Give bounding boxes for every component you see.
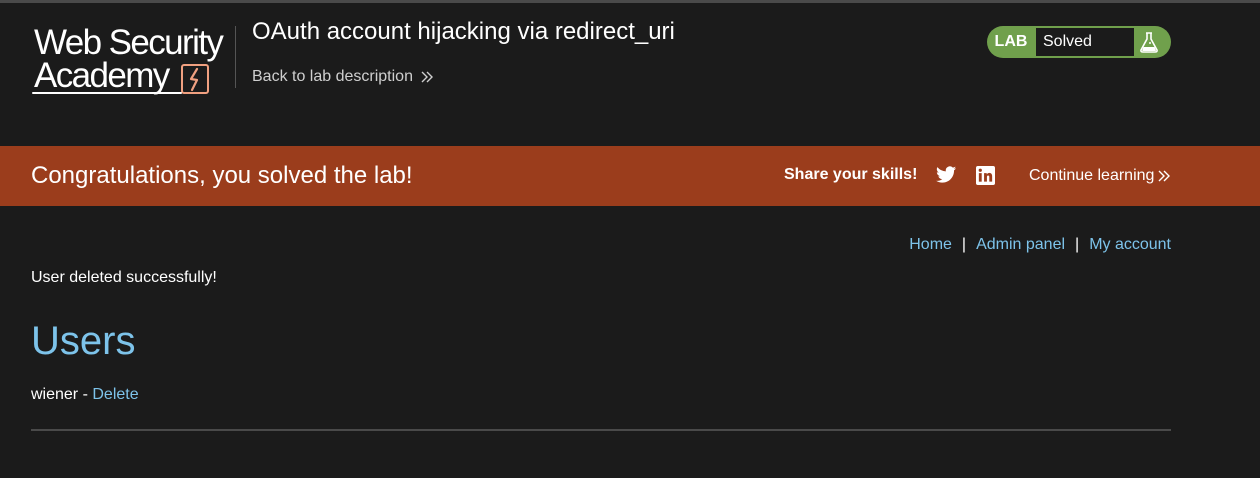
nav-home-link[interactable]: Home (909, 236, 952, 254)
delete-user-link[interactable]: Delete (92, 386, 138, 403)
badge-lab-label: LAB (994, 33, 1028, 50)
back-to-lab-description-link[interactable]: Back to lab description (252, 68, 433, 86)
lab-title: OAuth account hijacking via redirect_uri (252, 18, 675, 45)
logo-line2: Academy (34, 56, 170, 95)
back-link-label: Back to lab description (252, 68, 413, 85)
flask-icon (1140, 32, 1158, 53)
solved-message: Congratulations, you solved the lab! (31, 162, 413, 189)
divider (31, 429, 1171, 431)
user-name: wiener (31, 386, 79, 403)
nav-my-account-link[interactable]: My account (1089, 236, 1171, 254)
status-message: User deleted successfully! (31, 269, 217, 286)
continue-learning-label: Continue learning (1029, 167, 1155, 184)
linkedin-icon[interactable] (976, 166, 995, 185)
twitter-icon[interactable] (936, 166, 957, 184)
header-divider (235, 26, 236, 88)
continue-learning-link[interactable]: Continue learning (1029, 167, 1171, 185)
top-nav: Home | Admin panel | My account (909, 236, 1171, 254)
header: Web Security Academy OAuth account hijac… (0, 3, 1260, 146)
solved-banner: Congratulations, you solved the lab! Sha… (0, 146, 1260, 206)
nav-admin-panel-link[interactable]: Admin panel (976, 236, 1065, 254)
web-security-academy-logo[interactable]: Web Security Academy (32, 23, 234, 99)
double-chevron-right-icon (421, 71, 433, 83)
lab-status-badge: LAB Solved (987, 26, 1171, 58)
logo-underline (32, 92, 182, 94)
nav-separator: | (1075, 236, 1080, 253)
user-row-dash: - (78, 386, 93, 403)
nav-separator: | (961, 236, 967, 253)
double-chevron-right-icon (1158, 170, 1171, 182)
share-skills-label: Share your skills! (784, 166, 918, 183)
badge-status: Solved (1035, 27, 1135, 57)
user-row: wiener - Delete (31, 386, 139, 404)
users-heading: Users (31, 319, 136, 363)
logo-bolt-icon (181, 64, 209, 94)
